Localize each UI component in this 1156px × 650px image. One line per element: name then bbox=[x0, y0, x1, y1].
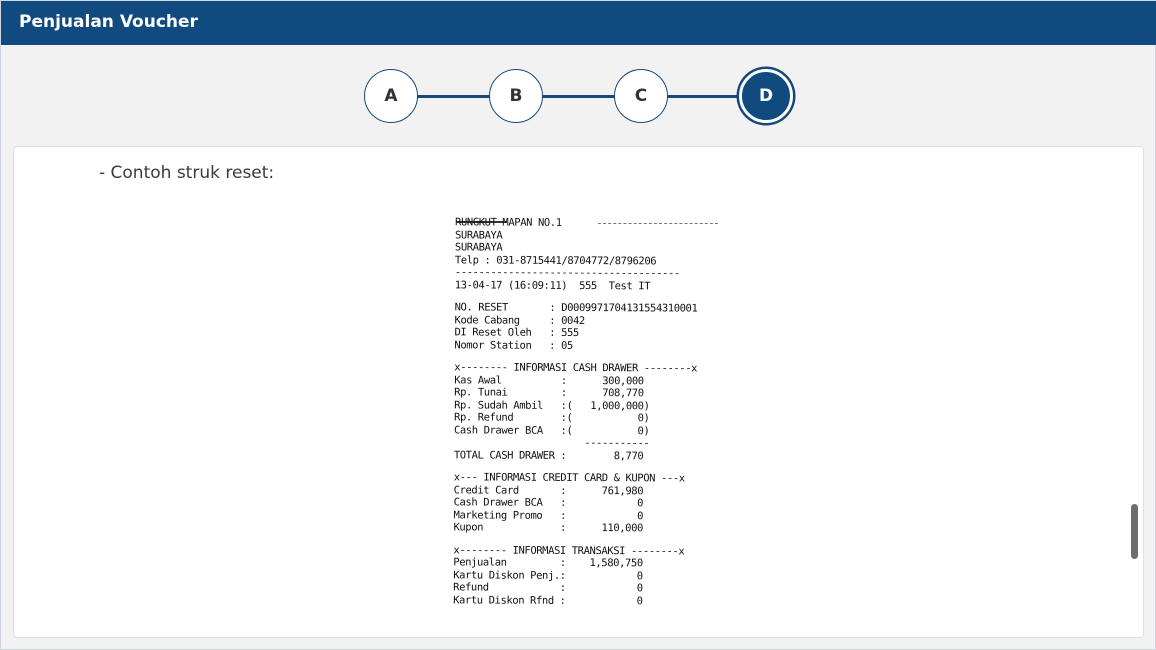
receipt-line: -------------------------------------- bbox=[454, 266, 680, 280]
receipt-line: Rp. Tunai : 708,770 bbox=[454, 386, 644, 400]
receipt-image: RUNGKUT MAPAN NO.1 SURABAYA SURABAYA Telp :… bbox=[453, 216, 715, 637]
step-d[interactable]: D bbox=[739, 69, 793, 123]
receipt-line: SURABAYA bbox=[454, 241, 503, 254]
content-card: - Contoh struk reset: RUNGKUT MAPAN NO.1… bbox=[13, 146, 1144, 638]
receipt-line: x-------- INFORMASI CASH DRAWER --------… bbox=[454, 361, 698, 375]
receipt-line: 13-04-17 (16:09:11) 555 Test IT bbox=[454, 278, 651, 292]
receipt-line: Kartu Diskon Rfnd : 0 bbox=[453, 593, 643, 607]
receipt-line: Refund : 0 bbox=[453, 581, 643, 595]
step-connector bbox=[667, 95, 741, 98]
page-title: Penjualan Voucher bbox=[19, 12, 198, 32]
page-header: Penjualan Voucher bbox=[1, 1, 1156, 45]
receipt-line: Kupon : 110,000 bbox=[453, 521, 644, 535]
receipt-line: Nomor Station : 05 bbox=[454, 338, 573, 352]
step-a[interactable]: A bbox=[364, 69, 418, 123]
receipt-line: NO. RESET : D0009971704131554310001 bbox=[454, 301, 698, 315]
receipt-line: TOTAL CASH DRAWER : 8,770 bbox=[453, 448, 644, 462]
step-c[interactable]: C bbox=[614, 69, 668, 123]
receipt-line: RUNGKUT MAPAN NO.1 bbox=[455, 216, 562, 229]
receipt-line: Penjualan : 1,580,750 bbox=[453, 556, 643, 570]
receipt-line: Cash Drawer BCA : 0 bbox=[453, 496, 644, 510]
intro-text: - Contoh struk reset: bbox=[99, 163, 275, 183]
scrollbar-thumb[interactable] bbox=[1131, 504, 1138, 559]
step-connector bbox=[417, 95, 491, 98]
receipt-line: DI Reset Oleh : 555 bbox=[454, 326, 579, 339]
receipt-line: Rp. Refund :( 0) bbox=[454, 411, 650, 425]
receipt-line: x--- INFORMASI CREDIT CARD & KUPON ---x bbox=[453, 471, 685, 485]
step-connector bbox=[542, 95, 616, 98]
step-b[interactable]: B bbox=[489, 69, 543, 123]
receipt-line: ----------- bbox=[453, 436, 650, 450]
